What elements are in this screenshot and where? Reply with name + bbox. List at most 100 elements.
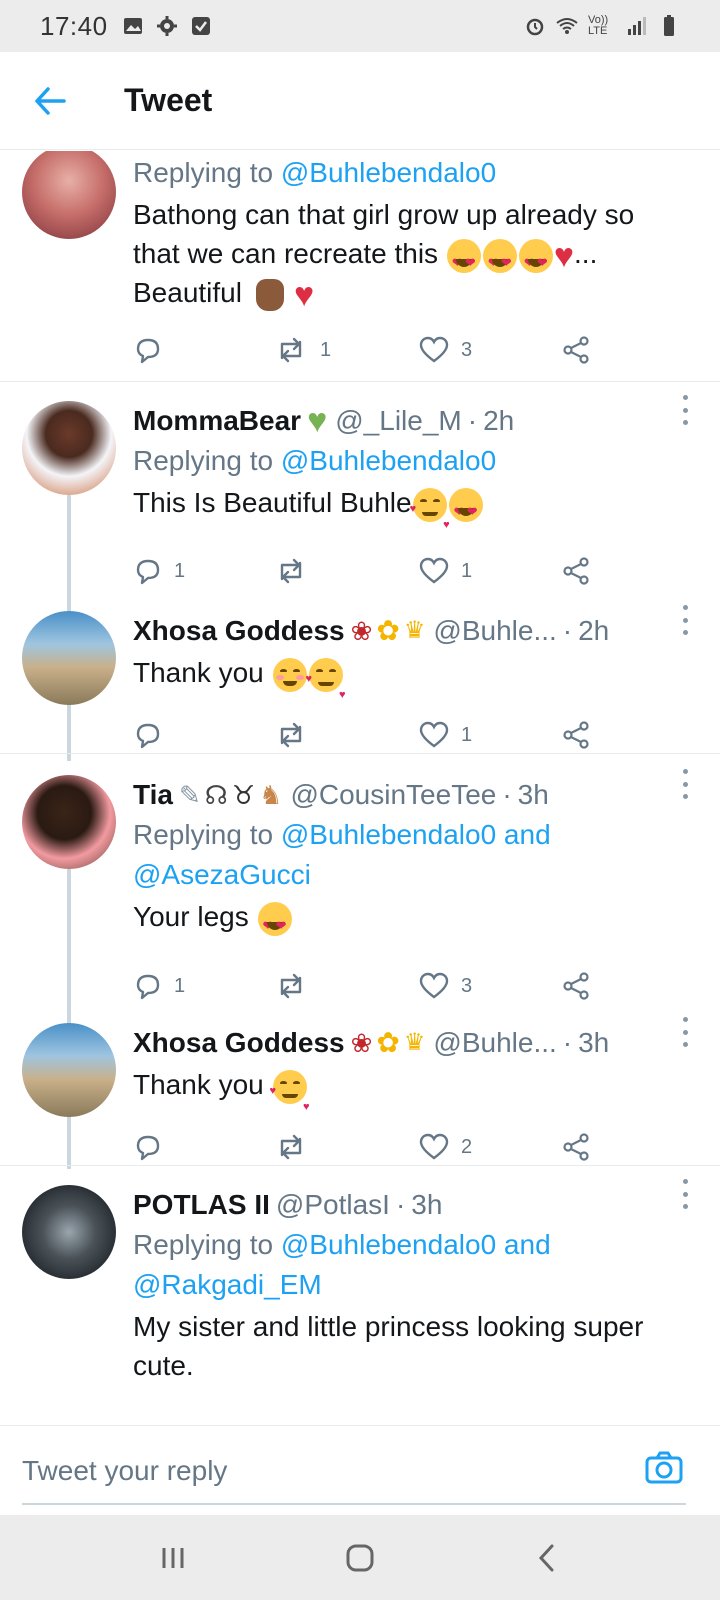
recent-apps-button[interactable] bbox=[143, 1528, 203, 1588]
handle[interactable]: @_Lile_M bbox=[335, 405, 461, 437]
share-button[interactable] bbox=[562, 715, 590, 755]
handle[interactable]: @CousinTeeTee bbox=[290, 779, 496, 811]
home-button[interactable] bbox=[330, 1528, 390, 1588]
avatar[interactable] bbox=[22, 775, 116, 869]
like-button[interactable]: 1 bbox=[419, 715, 472, 755]
reply-button[interactable]: 1 bbox=[134, 966, 185, 1006]
smiling-hearts-emoji: ♥ ♥ bbox=[270, 1069, 310, 1113]
timestamp[interactable]: 3h bbox=[518, 779, 549, 811]
like-button[interactable]: 3 bbox=[419, 330, 472, 370]
reply-icon bbox=[136, 723, 160, 749]
display-name[interactable]: Tia bbox=[133, 779, 173, 811]
display-name[interactable]: POTLAS II bbox=[133, 1189, 270, 1221]
retweet-icon bbox=[280, 1134, 302, 1160]
checkbox-icon bbox=[191, 17, 210, 35]
display-name[interactable]: MommaBear bbox=[133, 405, 301, 437]
retweet-button[interactable] bbox=[274, 715, 320, 755]
share-button[interactable] bbox=[562, 551, 590, 591]
share-button[interactable] bbox=[562, 330, 590, 370]
tweet-actions: 1 3 bbox=[134, 966, 604, 1006]
smiling-hearts-emoji: ♥ ♥ bbox=[410, 487, 450, 531]
mention-link[interactable]: @AsezaGucci bbox=[133, 859, 311, 890]
tweet-item[interactable]: MommaBear ♥ @_Lile_M · 2h Replying to @B… bbox=[0, 389, 720, 599]
heart-eyes-emoji bbox=[257, 901, 292, 945]
timestamp[interactable]: 3h bbox=[578, 1027, 609, 1059]
reply-button[interactable]: 1 bbox=[134, 551, 185, 591]
retweet-icon bbox=[280, 973, 302, 999]
timestamp[interactable]: 2h bbox=[483, 405, 514, 437]
handle[interactable]: @PotlasI bbox=[276, 1189, 390, 1221]
avatar[interactable] bbox=[22, 401, 116, 495]
crown-emoji: ♛ bbox=[403, 617, 426, 644]
sunflower-emoji: ✿ bbox=[376, 615, 400, 646]
syringe-emoji: ✎ bbox=[178, 780, 201, 810]
reply-context: Replying to @Buhlebendalo0 and bbox=[133, 819, 551, 850]
heart-eyes-emoji bbox=[518, 238, 553, 282]
like-button[interactable]: 2 bbox=[419, 1127, 472, 1167]
avatar[interactable] bbox=[22, 1023, 116, 1117]
heart-outline-icon bbox=[419, 1133, 449, 1160]
mention-link[interactable]: @Buhlebendalo0 bbox=[281, 157, 496, 188]
signal-icon bbox=[628, 17, 646, 35]
reply-button[interactable] bbox=[134, 715, 174, 755]
tweet-text: Your legs bbox=[133, 897, 696, 945]
back-button[interactable] bbox=[20, 71, 80, 131]
reply-feed[interactable]: Replying to @Buhlebendalo0 Bathong can t… bbox=[0, 151, 720, 1426]
handle[interactable]: @Buhle... bbox=[433, 1027, 556, 1059]
guide-dog-emoji: ♞ bbox=[259, 780, 283, 810]
display-name[interactable]: Xhosa Goddess bbox=[133, 1027, 345, 1059]
tweet-item[interactable]: Replying to @Buhlebendalo0 Bathong can t… bbox=[0, 151, 720, 382]
tweet-item[interactable]: Xhosa Goddess ❀ ✿ ♛ @Buhle... · 3h Thank… bbox=[0, 1011, 720, 1165]
retweet-button[interactable] bbox=[274, 551, 320, 591]
heart-eyes-emoji bbox=[448, 487, 483, 531]
share-button[interactable] bbox=[562, 966, 590, 1006]
like-count: 1 bbox=[461, 723, 473, 746]
more-options-button[interactable] bbox=[680, 605, 690, 635]
retweet-button[interactable]: 1 bbox=[274, 330, 331, 370]
like-button[interactable]: 3 bbox=[419, 966, 472, 1006]
mention-link[interactable]: @Buhlebendalo0 and bbox=[281, 819, 551, 850]
tweet-header: Xhosa Goddess ❀ ✿ ♛ @Buhle... · 3h bbox=[133, 1027, 610, 1059]
page-title: Tweet bbox=[124, 82, 213, 118]
tweet-header: POTLAS II @PotlasI · 3h bbox=[133, 1189, 443, 1221]
stethoscope-emoji: ☊ bbox=[204, 780, 228, 810]
arrow-left-icon bbox=[35, 86, 66, 115]
display-name[interactable]: Xhosa Goddess bbox=[133, 615, 345, 647]
reply-input[interactable] bbox=[22, 1448, 622, 1494]
more-options-button[interactable] bbox=[680, 1179, 690, 1209]
tweet-header: MommaBear ♥ @_Lile_M · 2h bbox=[133, 402, 515, 440]
retweet-button[interactable] bbox=[274, 1127, 320, 1167]
avatar[interactable] bbox=[22, 1185, 116, 1279]
tweet-item[interactable]: Xhosa Goddess ❀ ✿ ♛ @Buhle... · 2h Thank… bbox=[0, 599, 720, 753]
avatar[interactable] bbox=[22, 611, 116, 705]
more-options-button[interactable] bbox=[680, 395, 690, 425]
reply-button[interactable] bbox=[134, 1127, 174, 1167]
reply-context: @Rakgadi_EM bbox=[133, 1265, 696, 1305]
reply-context: Replying to @Buhlebendalo0 bbox=[133, 157, 497, 188]
timestamp[interactable]: 2h bbox=[578, 615, 609, 647]
avatar[interactable] bbox=[22, 151, 116, 239]
reply-button[interactable] bbox=[134, 330, 174, 370]
share-button[interactable] bbox=[562, 1127, 590, 1167]
tweet-item[interactable]: POTLAS II @PotlasI · 3h Replying to @Buh… bbox=[0, 1173, 720, 1403]
rose-emoji: ❀ bbox=[350, 616, 373, 646]
timestamp[interactable]: 3h bbox=[411, 1189, 442, 1221]
share-icon bbox=[563, 336, 589, 364]
mention-link[interactable]: @Buhlebendalo0 bbox=[281, 445, 496, 476]
handle[interactable]: @Buhle... bbox=[433, 615, 556, 647]
more-options-button[interactable] bbox=[680, 769, 690, 799]
divider bbox=[0, 753, 720, 754]
more-options-button[interactable] bbox=[680, 1017, 690, 1047]
like-button[interactable]: 1 bbox=[419, 551, 472, 591]
mention-link[interactable]: @Buhlebendalo0 and bbox=[281, 1229, 551, 1260]
mention-link[interactable]: @Rakgadi_EM bbox=[133, 1269, 322, 1300]
camera-icon[interactable] bbox=[644, 1448, 684, 1488]
heart-outline-icon bbox=[419, 721, 449, 748]
tweet-actions: 1 1 bbox=[134, 551, 604, 591]
tweet-item[interactable]: Tia ✎ ☊ ♉ ♞ @CousinTeeTee · 3h Replying … bbox=[0, 763, 720, 1011]
retweet-button[interactable] bbox=[274, 966, 320, 1006]
divider bbox=[0, 1165, 720, 1166]
heart-outline-icon bbox=[419, 557, 449, 584]
tweet-text: Thank you ♥ ♥ bbox=[133, 657, 346, 701]
system-back-button[interactable] bbox=[517, 1528, 577, 1588]
